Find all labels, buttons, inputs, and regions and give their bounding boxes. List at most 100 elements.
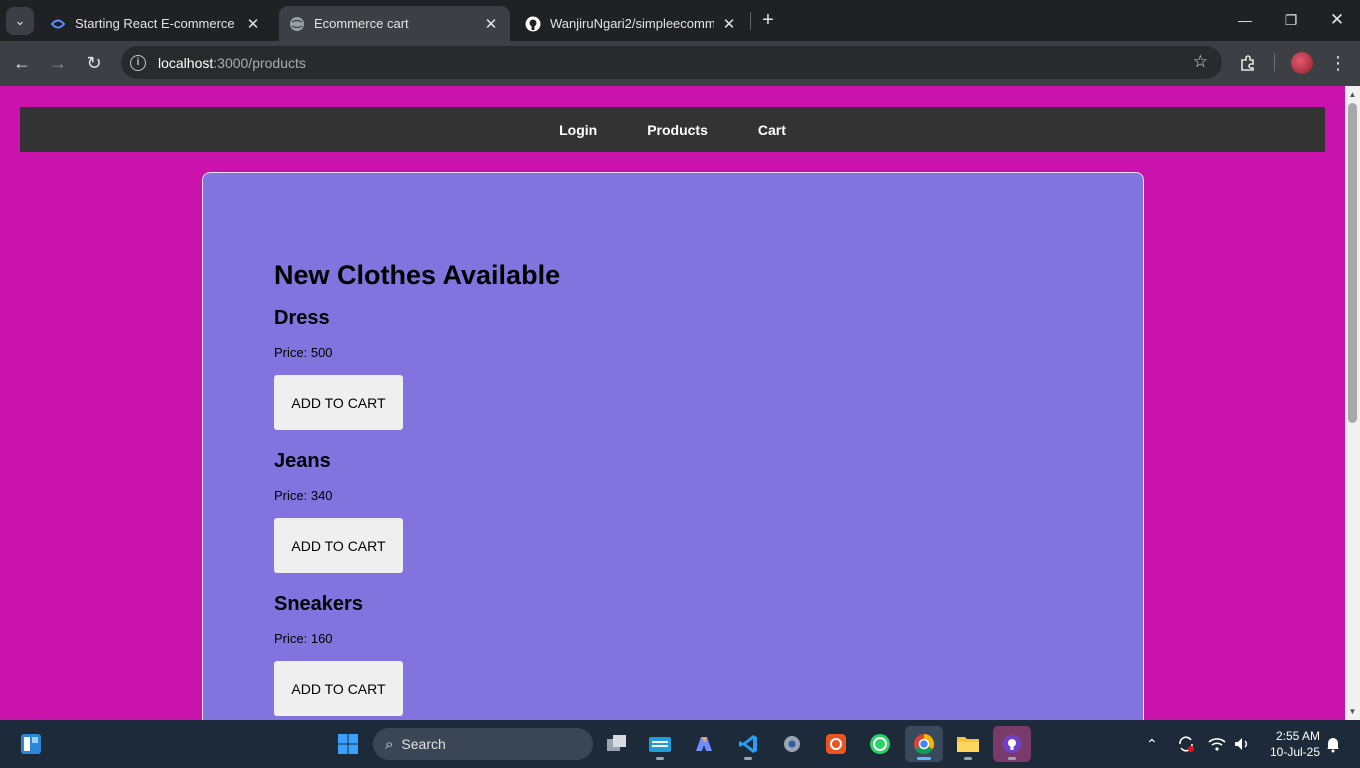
tab-title: Ecommerce cart: [314, 16, 409, 31]
running-indicator: [1008, 757, 1016, 760]
restore-icon: ❐: [1284, 11, 1298, 28]
notifications-icon[interactable]: [1325, 720, 1341, 768]
tab-title: Starting React E-commerce Proj: [75, 16, 238, 31]
widgets-button[interactable]: [12, 726, 50, 762]
product-item-jeans: Jeans Price: 340 ADD TO CART: [274, 449, 560, 573]
taskbar-app-chrome[interactable]: [905, 726, 943, 762]
globe-icon: [289, 16, 305, 32]
page-viewport: Login Products Cart New Clothes Availabl…: [0, 86, 1345, 720]
taskbar-app-copilot[interactable]: [685, 726, 723, 762]
running-indicator: [964, 757, 972, 760]
close-icon[interactable]: ✕: [244, 15, 262, 33]
close-window-button[interactable]: ✕: [1314, 0, 1360, 40]
bookmark-star-icon[interactable]: ☆: [1193, 52, 1208, 72]
product-price: Price: 160: [274, 631, 333, 646]
taskbar-clock[interactable]: 2:55 AM 10-Jul-25: [1262, 728, 1320, 760]
minimize-button[interactable]: —: [1222, 0, 1268, 40]
close-icon[interactable]: ✕: [482, 15, 500, 33]
github-icon: [525, 16, 541, 32]
tab-search-button[interactable]: ⌄: [6, 7, 34, 35]
taskbar-app-file-explorer[interactable]: [949, 726, 987, 762]
products-card: New Clothes Available Dress Price: 500 A…: [202, 172, 1144, 720]
tab-react-project[interactable]: Starting React E-commerce Proj ✕: [40, 6, 272, 41]
vscode-icon: [739, 735, 757, 753]
products-list: New Clothes Available Dress Price: 500 A…: [274, 259, 560, 720]
tab-github-repo[interactable]: WanjiruNgari2/simpleecommerc ✕: [515, 6, 748, 41]
forward-button[interactable]: →: [43, 48, 73, 78]
add-to-cart-button[interactable]: ADD TO CART: [274, 375, 403, 430]
scroll-up-icon[interactable]: ▲: [1348, 90, 1357, 99]
clock-time: 2:55 AM: [1275, 729, 1320, 743]
page-title: New Clothes Available: [274, 260, 561, 290]
profile-avatar[interactable]: [1291, 52, 1313, 74]
task-view-button[interactable]: [598, 726, 636, 762]
windows-taskbar: ⌕ Search ⌃ 2:55 AM 10-Jul-25: [0, 720, 1360, 768]
reload-icon: ↻: [86, 52, 102, 73]
tab-strip: ⌄ Starting React E-commerce Proj ✕ Ecomm…: [0, 0, 1360, 41]
nav-link-products[interactable]: Products: [647, 122, 708, 138]
chevron-down-icon: ⌄: [14, 13, 26, 28]
taskbar-app-vscode[interactable]: [729, 726, 767, 762]
browser-toolbar: ← → ↻ i localhost:3000/products ☆ ⋮: [0, 41, 1360, 86]
product-price: Price: 340: [274, 488, 333, 503]
windows-logo-icon: [338, 734, 358, 754]
extensions-icon[interactable]: [1235, 50, 1261, 76]
volume-icon[interactable]: [1233, 720, 1251, 768]
arrow-right-icon: →: [49, 52, 67, 73]
running-indicator: [917, 757, 931, 760]
taskbar-app-ubuntu[interactable]: [817, 726, 855, 762]
address-bar[interactable]: i localhost:3000/products ☆: [121, 46, 1222, 79]
product-name: Jeans: [274, 450, 331, 472]
url-path: :3000/products: [213, 54, 306, 71]
copilot-icon: [696, 737, 712, 751]
more-menu-icon[interactable]: ⋮: [1325, 50, 1351, 76]
scrollbar-thumb[interactable]: [1348, 103, 1357, 423]
chrome-icon: [914, 733, 935, 755]
widgets-icon: [21, 734, 41, 754]
toolbar-separator: [1274, 53, 1275, 71]
reload-button[interactable]: ↻: [79, 48, 109, 78]
product-item-sneakers: Sneakers Price: 160 ADD TO CART: [274, 592, 560, 716]
plus-icon: +: [762, 9, 774, 31]
add-to-cart-button[interactable]: ADD TO CART: [274, 661, 403, 716]
github-icon: [1003, 735, 1021, 753]
search-label: Search: [401, 736, 446, 752]
sync-status-icon[interactable]: [1176, 720, 1196, 768]
tab-ecommerce-cart[interactable]: Ecommerce cart ✕: [279, 6, 510, 41]
restore-button[interactable]: ❐: [1268, 0, 1314, 40]
url-text[interactable]: localhost:3000/products: [158, 55, 306, 71]
running-indicator: [744, 757, 752, 760]
back-button[interactable]: ←: [7, 48, 37, 78]
ubuntu-icon: [826, 734, 846, 754]
site-navbar: Login Products Cart: [20, 107, 1325, 152]
tab-title: WanjiruNgari2/simpleecommerc: [550, 16, 714, 31]
search-icon: ⌕: [385, 735, 394, 753]
taskbar-app-whatsapp[interactable]: [861, 726, 899, 762]
site-info-icon[interactable]: i: [130, 54, 146, 71]
settings-gear-icon: [784, 736, 800, 752]
running-indicator: [656, 757, 664, 760]
scroll-down-icon[interactable]: ▼: [1348, 707, 1357, 716]
product-price: Price: 500: [274, 345, 333, 360]
taskbar-app-github-desktop[interactable]: [993, 726, 1031, 762]
new-tab-button[interactable]: +: [757, 9, 779, 31]
keyboard-app-icon: [649, 737, 671, 752]
taskbar-app-settings[interactable]: [773, 726, 811, 762]
add-to-cart-button[interactable]: ADD TO CART: [274, 518, 403, 573]
close-icon: ✕: [1329, 10, 1345, 29]
url-host: localhost: [158, 54, 214, 71]
minimize-icon: —: [1238, 12, 1252, 28]
product-item-dress: Dress Price: 500 ADD TO CART: [274, 306, 560, 430]
nav-link-cart[interactable]: Cart: [758, 122, 786, 138]
product-name: Sneakers: [274, 593, 363, 615]
page-scrollbar[interactable]: ▲ ▼: [1345, 86, 1360, 720]
wifi-icon[interactable]: [1208, 720, 1226, 768]
taskbar-app-keyboard[interactable]: [641, 726, 679, 762]
show-hidden-icons-button[interactable]: ⌃: [1146, 720, 1158, 768]
task-view-icon: [607, 735, 626, 751]
close-icon[interactable]: ✕: [720, 15, 738, 33]
nav-link-login[interactable]: Login: [559, 122, 597, 138]
arrow-left-icon: ←: [13, 52, 31, 73]
taskbar-search[interactable]: ⌕ Search: [373, 728, 593, 760]
start-button[interactable]: [329, 726, 367, 762]
